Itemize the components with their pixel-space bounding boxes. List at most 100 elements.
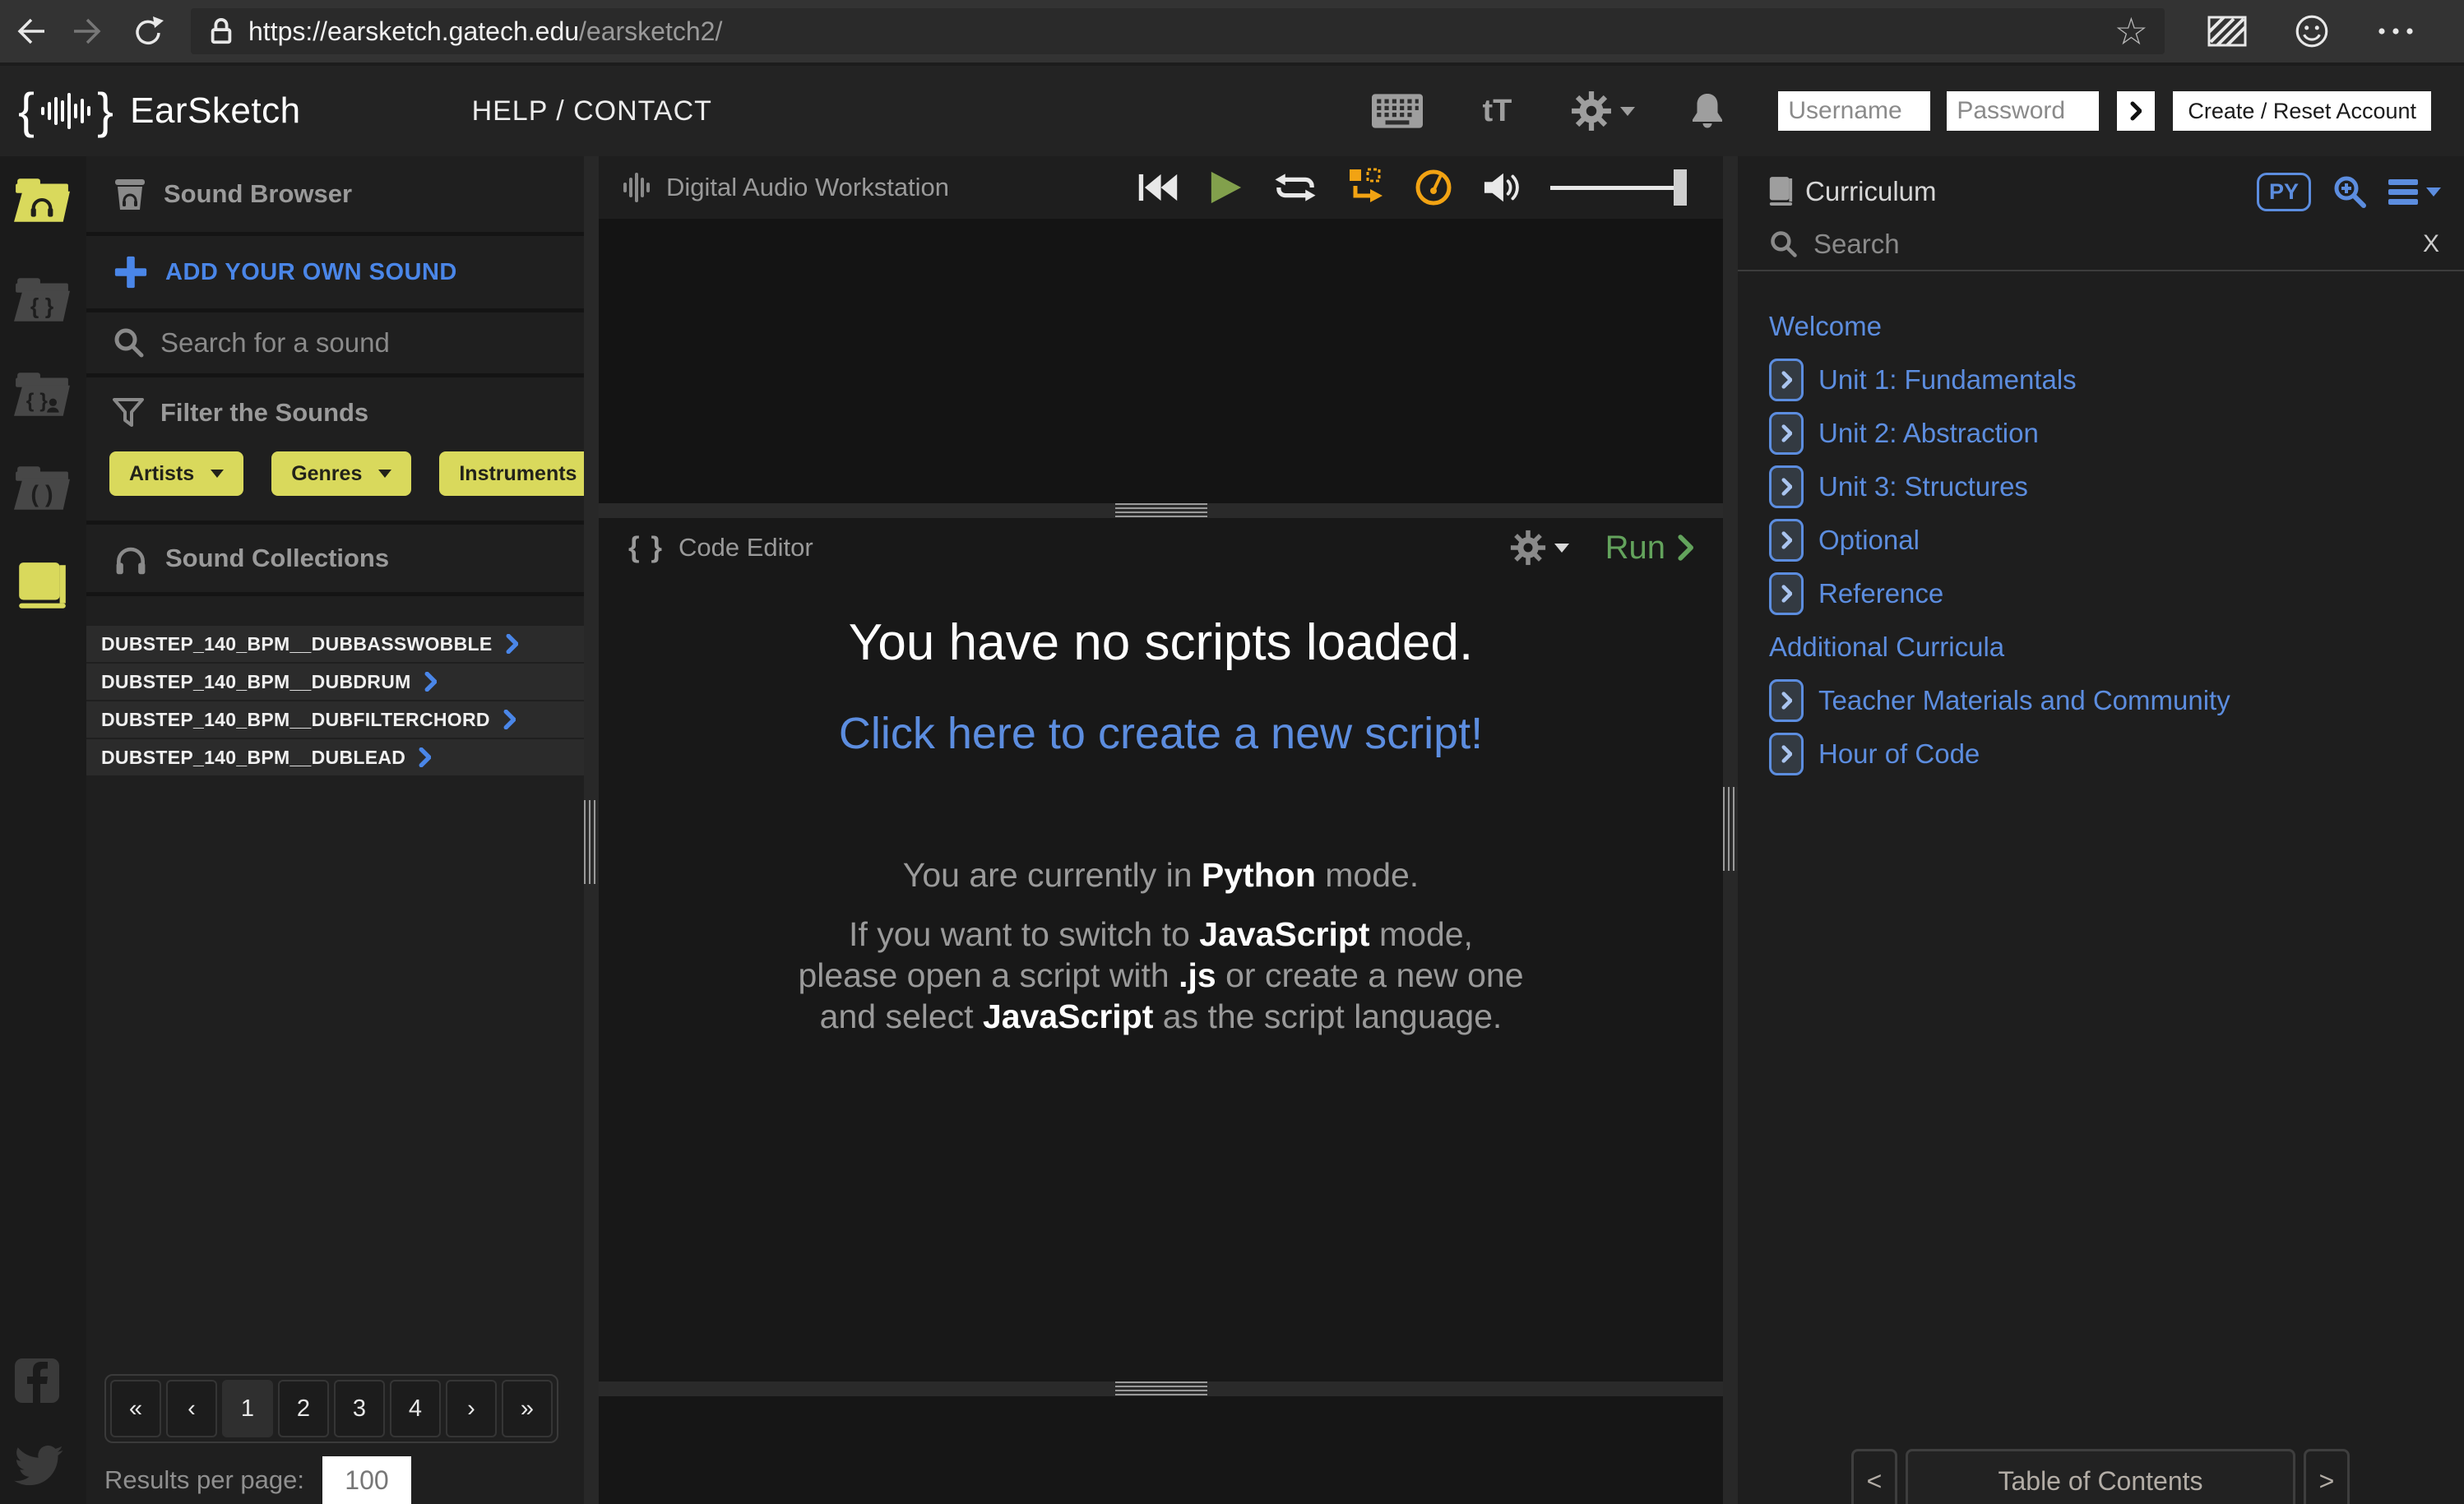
expand-chapter-button[interactable] [1769,519,1804,562]
chevron-right-icon [506,634,518,654]
help-contact-link[interactable]: HELP / CONTACT [472,95,712,127]
sound-collection-row[interactable]: DUBSTEP_140_BPM__DUBLEAD [86,739,584,775]
drag-grip[interactable] [1115,1381,1207,1396]
curriculum-link[interactable]: Reference [1818,578,1943,609]
address-bar[interactable]: https://earsketch.gatech.edu/earsketch2/… [191,8,2165,54]
curriculum-link[interactable]: Welcome [1769,311,1882,342]
app-header: { } EarSketch HELP / CONTACT tT Create /… [0,66,2464,156]
browser-toolbar-icons [2207,12,2415,50]
curriculum-link[interactable]: Optional [1818,525,1920,556]
metronome-button[interactable] [1414,168,1453,207]
settings-menu-button[interactable] [1571,90,1635,132]
feedback-smiley-icon[interactable] [2293,12,2331,50]
page-button[interactable]: 3 [334,1380,385,1437]
curriculum-item: Unit 2: Abstraction [1769,406,2464,460]
toc-title-button[interactable]: Table of Contents [1906,1449,2295,1504]
expand-chapter-button[interactable] [1769,572,1804,615]
volume-slider[interactable] [1550,169,1687,206]
toc-menu-button[interactable] [2388,179,2441,205]
username-field[interactable] [1778,91,1930,131]
create-reset-account-button[interactable]: Create / Reset Account [2173,91,2431,131]
python-mode-badge[interactable]: PY [2257,173,2311,211]
curriculum-link[interactable]: Additional Curricula [1769,632,2004,663]
volume-icon[interactable] [1483,169,1521,206]
sound-collection-row[interactable]: DUBSTEP_140_BPM__DUBDRUM [86,664,584,700]
browser-back-button[interactable] [0,0,59,62]
curriculum-item: Teacher Materials and Community [1769,673,2464,727]
sound-collection-row[interactable]: DUBSTEP_140_BPM__DUBFILTERCHORD [86,701,584,738]
reading-view-icon[interactable] [2207,16,2247,47]
zoom-in-icon[interactable] [2332,174,2367,209]
expand-chapter-button[interactable] [1769,465,1804,508]
url-path: /earsketch2/ [579,16,722,46]
autoscroll-button[interactable] [1348,168,1384,207]
curriculum-item: Unit 1: Fundamentals [1769,353,2464,406]
filter-artists-button[interactable]: Artists [109,451,243,496]
caret-down-icon [2426,187,2441,197]
scripts-folder-icon[interactable]: { } [13,275,71,323]
expand-chapter-button[interactable] [1769,359,1804,401]
left-panel-resizer[interactable] [584,156,599,1504]
facebook-icon[interactable] [13,1357,61,1405]
create-script-link[interactable]: Click here to create a new script! [839,708,1483,759]
results-per-page-input[interactable] [322,1456,411,1504]
font-size-button[interactable]: tT [1482,94,1512,129]
sound-search-input[interactable] [160,327,506,359]
volume-slider-handle[interactable] [1674,169,1687,206]
expand-chapter-button[interactable] [1769,733,1804,775]
sound-collection-row[interactable]: DUBSTEP_140_BPM__DUBBASSWOBBLE [86,626,584,662]
drag-grip[interactable] [1723,787,1738,871]
editor-console-resizer[interactable] [599,1381,1723,1396]
add-sound-button[interactable]: ADD YOUR OWN SOUND [86,236,584,308]
page-button[interactable]: » [502,1380,553,1437]
curriculum-link[interactable]: Teacher Materials and Community [1818,685,2230,716]
search-icon [1769,229,1799,259]
twitter-icon[interactable] [13,1444,64,1488]
center-panel: Digital Audio Workstation { } Code Edito… [599,156,1723,1504]
toc-next-button[interactable]: > [2304,1449,2350,1504]
close-search-button[interactable]: X [2423,230,2439,258]
filter-genres-button[interactable]: Genres [271,451,411,496]
page-button[interactable]: 4 [390,1380,441,1437]
book-icon [1767,176,1794,207]
favorite-star-icon[interactable]: ☆ [2114,12,2148,50]
skip-to-start-button[interactable] [1137,170,1179,205]
chevron-right-icon [1781,371,1792,389]
run-button[interactable]: Run [1605,530,1665,567]
toc-prev-button[interactable]: < [1851,1449,1897,1504]
curriculum-link[interactable]: Unit 3: Structures [1818,471,2028,502]
page-button[interactable]: › [446,1380,497,1437]
play-button[interactable] [1208,169,1243,206]
curriculum-link[interactable]: Unit 1: Fundamentals [1818,364,2077,396]
expand-chapter-button[interactable] [1769,412,1804,455]
page-button[interactable]: « [110,1380,161,1437]
curriculum-search-input[interactable] [1813,229,2274,260]
drag-grip[interactable] [1115,503,1207,518]
api-folder-icon[interactable]: ( ) [13,464,71,511]
browser-refresh-button[interactable] [118,0,178,62]
page-button[interactable]: ‹ [166,1380,217,1437]
chevron-right-icon [1781,692,1792,710]
results-per-page-label: Results per page: [104,1465,304,1495]
drag-grip[interactable] [584,800,599,884]
loop-button[interactable] [1272,169,1318,206]
editor-settings-button[interactable] [1510,530,1546,566]
browser-forward-button[interactable] [59,0,118,62]
curriculum-book-icon[interactable] [13,561,71,612]
expand-chapter-button[interactable] [1769,679,1804,722]
keyboard-shortcuts-button[interactable] [1372,92,1423,130]
password-field[interactable] [1947,91,2099,131]
shared-scripts-folder-icon[interactable]: { } [13,370,71,418]
more-menu-icon[interactable] [2377,26,2415,36]
chevron-right-icon [1781,531,1792,549]
curriculum-link[interactable]: Hour of Code [1818,738,1980,770]
page-button[interactable]: 1 [222,1380,273,1437]
daw-editor-resizer[interactable] [599,503,1723,518]
filter-title: Filter the Sounds [160,398,368,428]
right-panel-resizer[interactable] [1723,156,1738,1504]
sounds-folder-icon[interactable] [13,176,71,224]
notifications-button[interactable] [1688,90,1727,132]
curriculum-link[interactable]: Unit 2: Abstraction [1818,418,2039,449]
login-button[interactable] [2117,91,2155,131]
page-button[interactable]: 2 [278,1380,329,1437]
